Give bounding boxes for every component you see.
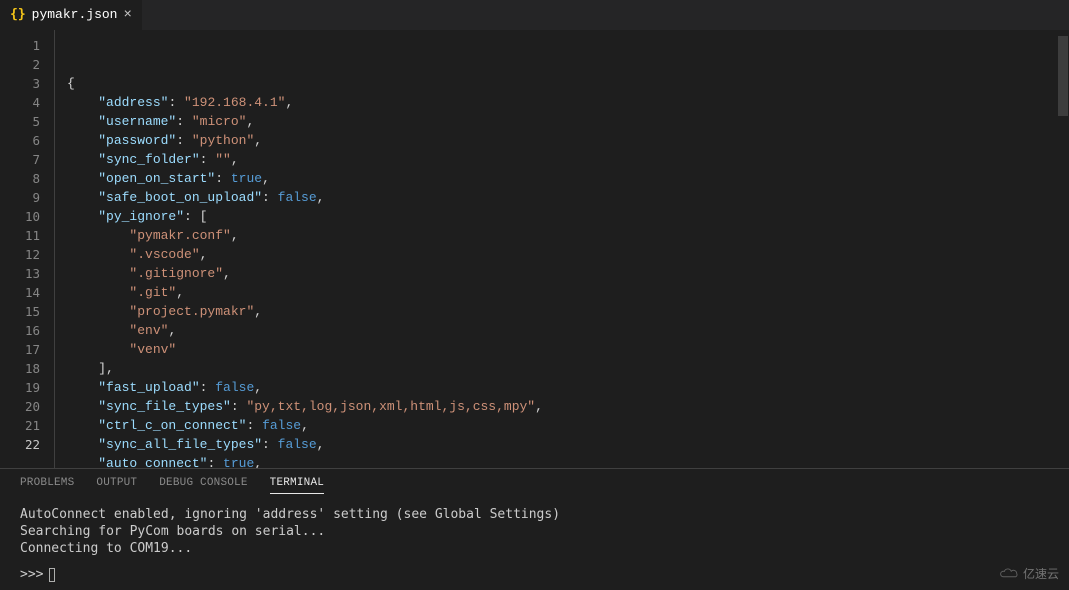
tab-filename: pymakr.json [32,7,118,22]
line-number-gutter: 12345678910111213141516171819202122 [0,30,54,468]
code-line[interactable]: "safe_boot_on_upload": false, [67,188,1069,207]
code-line[interactable]: { [67,74,1069,93]
panel-tab-output[interactable]: OUTPUT [96,477,137,494]
panel-tab-problems[interactable]: PROBLEMS [20,477,74,494]
code-line[interactable]: "auto_connect": true, [67,454,1069,468]
code-line[interactable]: "sync_file_types": "py,txt,log,json,xml,… [67,397,1069,416]
terminal-prompt[interactable]: >>> [0,563,1069,590]
line-number: 15 [0,302,40,321]
line-number: 12 [0,245,40,264]
code-line[interactable]: "password": "python", [67,131,1069,150]
code-line[interactable]: "env", [67,321,1069,340]
scrollbar-thumb[interactable] [1058,36,1068,116]
code-line[interactable]: "sync_folder": "", [67,150,1069,169]
json-file-icon: {} [10,7,26,22]
code-line[interactable]: "venv" [67,340,1069,359]
code-line[interactable]: ], [67,359,1069,378]
code-line[interactable]: "sync_all_file_types": false, [67,435,1069,454]
panel-tab-debug-console[interactable]: DEBUG CONSOLE [159,477,247,494]
line-number: 6 [0,131,40,150]
line-number: 1 [0,36,40,55]
line-number: 3 [0,74,40,93]
line-number: 18 [0,359,40,378]
line-number: 19 [0,378,40,397]
code-line[interactable]: "open_on_start": true, [67,169,1069,188]
code-line[interactable]: "fast_upload": false, [67,378,1069,397]
line-number: 9 [0,188,40,207]
terminal-output[interactable]: AutoConnect enabled, ignoring 'address' … [0,494,1069,563]
line-number: 20 [0,397,40,416]
editor-area[interactable]: 12345678910111213141516171819202122 { "a… [0,30,1069,468]
line-number: 13 [0,264,40,283]
editor-tab[interactable]: {} pymakr.json × [0,0,142,30]
line-number: 8 [0,169,40,188]
code-line[interactable]: ".gitignore", [67,264,1069,283]
code-line[interactable]: "address": "192.168.4.1", [67,93,1069,112]
line-number: 17 [0,340,40,359]
code-line[interactable]: "py_ignore": [ [67,207,1069,226]
code-line[interactable]: ".vscode", [67,245,1069,264]
line-number: 2 [0,55,40,74]
code-content[interactable]: { "address": "192.168.4.1", "username": … [54,30,1069,468]
code-line[interactable]: "pymakr.conf", [67,226,1069,245]
app-root: {} pymakr.json × 12345678910111213141516… [0,0,1069,590]
tab-bar: {} pymakr.json × [0,0,1069,30]
terminal-cursor [49,568,55,582]
code-line[interactable]: "project.pymakr", [67,302,1069,321]
line-number: 5 [0,112,40,131]
bottom-panel: PROBLEMS OUTPUT DEBUG CONSOLE TERMINAL Auto… [0,468,1069,590]
line-number: 7 [0,150,40,169]
line-number: 10 [0,207,40,226]
line-number: 16 [0,321,40,340]
prompt-text: >>> [20,567,43,582]
line-number: 14 [0,283,40,302]
panel-tab-terminal[interactable]: TERMINAL [270,477,324,494]
code-line[interactable]: "username": "micro", [67,112,1069,131]
line-number: 21 [0,416,40,435]
line-number: 11 [0,226,40,245]
tab-close-icon[interactable]: × [123,8,131,22]
line-number: 4 [0,93,40,112]
panel-tabs: PROBLEMS OUTPUT DEBUG CONSOLE TERMINAL [0,469,1069,494]
code-line[interactable]: "ctrl_c_on_connect": false, [67,416,1069,435]
editor-scrollbar[interactable] [1057,30,1069,468]
code-line[interactable]: ".git", [67,283,1069,302]
line-number: 22 [0,435,40,454]
